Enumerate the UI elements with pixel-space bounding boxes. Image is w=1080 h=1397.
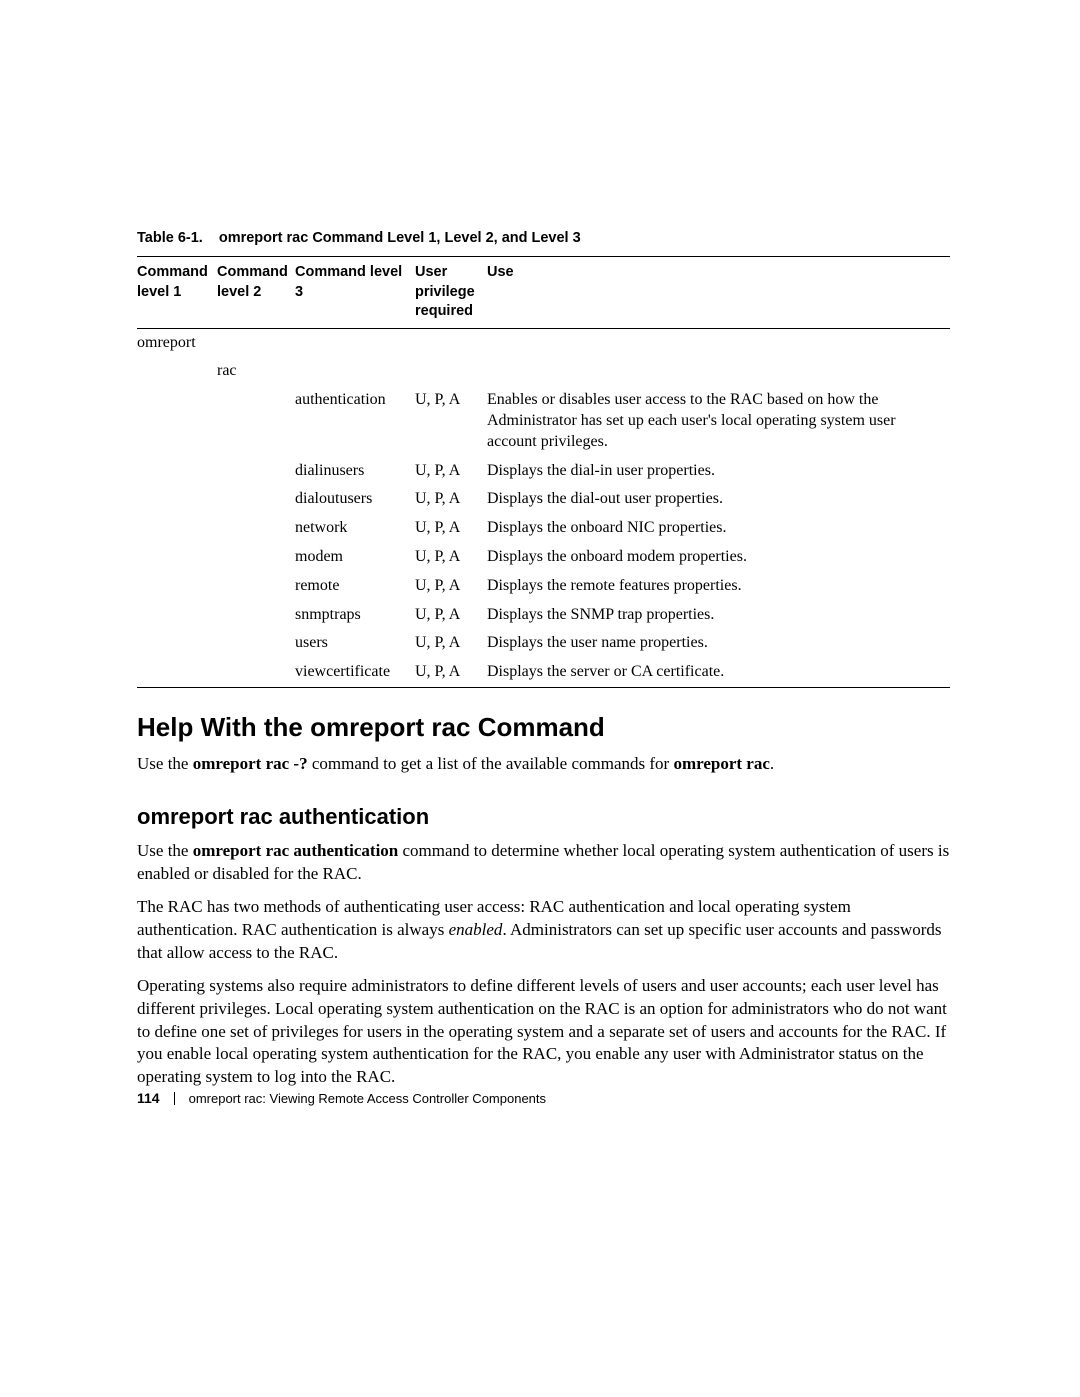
- cell-priv: U, P, A: [415, 514, 487, 543]
- cell-l2: [217, 601, 295, 630]
- table-row: omreport: [137, 328, 950, 357]
- cell-use: Displays the onboard modem properties.: [487, 543, 950, 572]
- text: .: [770, 754, 774, 773]
- cell-l1: [137, 543, 217, 572]
- cell-l1: [137, 457, 217, 486]
- cell-l2: [217, 457, 295, 486]
- table-caption-label: Table 6-1.: [137, 230, 203, 246]
- cell-use: [487, 328, 950, 357]
- cell-use: Displays the dial-out user properties.: [487, 485, 950, 514]
- cell-l3: authentication: [295, 386, 415, 456]
- table-body: omreport rac authentication U, P, A Enab…: [137, 328, 950, 687]
- footer-separator: [174, 1092, 175, 1105]
- cell-l3: dialoutusers: [295, 485, 415, 514]
- cell-l1: [137, 514, 217, 543]
- cell-l2: rac: [217, 357, 295, 386]
- cell-l1: [137, 658, 217, 687]
- table-header-row: Command level 1 Command level 2 Command …: [137, 257, 950, 329]
- table-row: rac: [137, 357, 950, 386]
- table-row: network U, P, A Displays the onboard NIC…: [137, 514, 950, 543]
- cell-l3: [295, 328, 415, 357]
- page-number: 114: [137, 1090, 160, 1106]
- th-priv: User privilege required: [415, 257, 487, 329]
- cell-priv: U, P, A: [415, 457, 487, 486]
- cell-priv: U, P, A: [415, 543, 487, 572]
- cell-l2: [217, 658, 295, 687]
- table-row: modem U, P, A Displays the onboard modem…: [137, 543, 950, 572]
- cell-use: Displays the remote features properties.: [487, 572, 950, 601]
- text: command to get a list of the available c…: [308, 754, 674, 773]
- cell-l3: network: [295, 514, 415, 543]
- code-text: omreport rac -?: [193, 754, 308, 773]
- cell-priv: U, P, A: [415, 485, 487, 514]
- cell-l2: [217, 485, 295, 514]
- text: Use the: [137, 841, 193, 860]
- cell-l3: users: [295, 629, 415, 658]
- cell-use: Displays the user name properties.: [487, 629, 950, 658]
- page-content: Table 6-1. omreport rac Command Level 1,…: [137, 230, 950, 1099]
- cell-priv: U, P, A: [415, 658, 487, 687]
- cell-priv: U, P, A: [415, 629, 487, 658]
- cell-priv: [415, 357, 487, 386]
- auth-heading: omreport rac authentication: [137, 804, 950, 830]
- table-row: snmptraps U, P, A Displays the SNMP trap…: [137, 601, 950, 630]
- cell-l2: [217, 543, 295, 572]
- cell-l3: snmptraps: [295, 601, 415, 630]
- code-text: omreport rac: [673, 754, 769, 773]
- table-row: dialinusers U, P, A Displays the dial-in…: [137, 457, 950, 486]
- cell-priv: U, P, A: [415, 601, 487, 630]
- table-caption: Table 6-1. omreport rac Command Level 1,…: [137, 230, 950, 246]
- cell-l3: dialinusers: [295, 457, 415, 486]
- cell-l2: [217, 629, 295, 658]
- code-text: omreport rac authentication: [193, 841, 399, 860]
- cell-use: Displays the server or CA certificate.: [487, 658, 950, 687]
- th-l2: Command level 2: [217, 257, 295, 329]
- th-l1: Command level 1: [137, 257, 217, 329]
- help-paragraph: Use the omreport rac -? command to get a…: [137, 753, 950, 776]
- auth-paragraph-2: The RAC has two methods of authenticatin…: [137, 896, 950, 965]
- cell-use: Enables or disables user access to the R…: [487, 386, 950, 456]
- table-row: users U, P, A Displays the user name pro…: [137, 629, 950, 658]
- cell-l3: [295, 357, 415, 386]
- command-table: Command level 1 Command level 2 Command …: [137, 256, 950, 688]
- th-l3: Command level 3: [295, 257, 415, 329]
- text: Use the: [137, 754, 193, 773]
- cell-l1: [137, 601, 217, 630]
- cell-l2: [217, 572, 295, 601]
- cell-l3: viewcertificate: [295, 658, 415, 687]
- help-heading: Help With the omreport rac Command: [137, 712, 950, 743]
- table-row: authentication U, P, A Enables or disabl…: [137, 386, 950, 456]
- cell-use: Displays the onboard NIC properties.: [487, 514, 950, 543]
- page-footer: 114 omreport rac: Viewing Remote Access …: [137, 1090, 546, 1106]
- cell-l3: modem: [295, 543, 415, 572]
- cell-l2: [217, 328, 295, 357]
- cell-l3: remote: [295, 572, 415, 601]
- auth-paragraph-3: Operating systems also require administr…: [137, 975, 950, 1090]
- table-row: dialoutusers U, P, A Displays the dial-o…: [137, 485, 950, 514]
- table-row: viewcertificate U, P, A Displays the ser…: [137, 658, 950, 687]
- cell-l1: [137, 357, 217, 386]
- cell-priv: [415, 328, 487, 357]
- cell-l1: [137, 386, 217, 456]
- chapter-title: omreport rac: Viewing Remote Access Cont…: [189, 1091, 546, 1106]
- cell-l1: omreport: [137, 328, 217, 357]
- cell-use: Displays the SNMP trap properties.: [487, 601, 950, 630]
- cell-use: [487, 357, 950, 386]
- cell-priv: U, P, A: [415, 386, 487, 456]
- cell-l2: [217, 386, 295, 456]
- cell-l1: [137, 572, 217, 601]
- cell-l1: [137, 485, 217, 514]
- table-caption-text: omreport rac Command Level 1, Level 2, a…: [219, 230, 581, 246]
- table-row: remote U, P, A Displays the remote featu…: [137, 572, 950, 601]
- cell-priv: U, P, A: [415, 572, 487, 601]
- italic-text: enabled: [449, 920, 503, 939]
- cell-use: Displays the dial-in user properties.: [487, 457, 950, 486]
- cell-l2: [217, 514, 295, 543]
- auth-paragraph-1: Use the omreport rac authentication comm…: [137, 840, 950, 886]
- cell-l1: [137, 629, 217, 658]
- th-use: Use: [487, 257, 950, 329]
